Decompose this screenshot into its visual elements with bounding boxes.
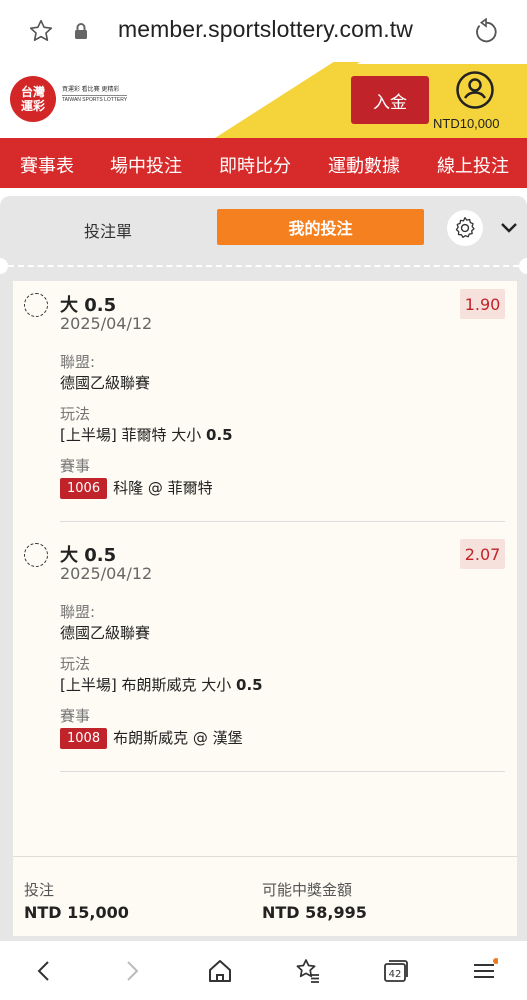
- market-text: [上半場] 菲爾特 大小: [60, 426, 207, 444]
- event-name: 科隆 @ 菲爾特: [113, 479, 213, 497]
- lock-icon: [74, 22, 88, 40]
- tab-my-bets[interactable]: 我的投注: [217, 209, 424, 245]
- market-label: 玩法: [60, 405, 91, 423]
- event-name: 布朗斯威克 @ 漢堡: [113, 729, 243, 747]
- main-nav: 賽事表 場中投注 即時比分 運動數據 線上投注: [0, 138, 527, 188]
- league-value: 德國乙級聯賽: [60, 374, 151, 392]
- bookmark-star-icon[interactable]: [28, 18, 54, 44]
- market-value: [上半場] 菲爾特 大小 0.5: [60, 424, 233, 445]
- market-value: [上半場] 布朗斯威克 大小 0.5: [60, 674, 263, 695]
- logo-slogan: 買運彩 看比賽 更精彩: [62, 87, 120, 93]
- bet-select-radio[interactable]: [24, 293, 48, 317]
- site-header: 台灣 運彩 買運彩 看比賽 更精彩 TAIWAN SPORTS LOTTERY …: [0, 62, 527, 138]
- event-label: 賽事: [60, 707, 91, 725]
- back-arrow-icon[interactable]: [30, 957, 58, 985]
- event-value: 1006 科隆 @ 菲爾特: [60, 477, 213, 499]
- payout-value: NTD 58,995: [262, 903, 367, 922]
- account-balance: NTD10,000: [433, 116, 500, 131]
- logo-text: 買運彩 看比賽 更精彩 TAIWAN SPORTS LOTTERY: [62, 86, 128, 105]
- logo-zh-line2: 運彩: [20, 99, 45, 113]
- settings-gear-icon[interactable]: [447, 210, 483, 246]
- chevron-down-icon[interactable]: [500, 220, 518, 234]
- bet-odds: 1.90: [460, 289, 505, 319]
- url-text[interactable]: member.sportslottery.com.tw: [118, 16, 413, 43]
- bet-select-radio[interactable]: [24, 543, 48, 567]
- market-label: 玩法: [60, 655, 91, 673]
- bet-odds: 2.07: [460, 539, 505, 569]
- logo-zh-line1: 台灣: [20, 85, 45, 99]
- tabs-count: 42: [389, 969, 402, 980]
- nav-item-online-betting[interactable]: 線上投注: [437, 152, 509, 178]
- ticket-notch-right: [519, 258, 527, 274]
- event-code-badge: 1008: [60, 728, 108, 749]
- bookmarks-icon[interactable]: [294, 957, 322, 985]
- user-account-icon[interactable]: [455, 70, 495, 110]
- tab-bet-slip[interactable]: 投注單: [84, 218, 132, 242]
- bet-totals: 投注 NTD 15,000 可能中獎金額 NTD 58,995: [13, 856, 517, 936]
- stake-label: 投注: [24, 881, 55, 899]
- bet-tabs: 投注單 我的投注: [0, 196, 527, 262]
- event-code-badge: 1006: [60, 478, 108, 499]
- market-line: 0.5: [236, 676, 263, 694]
- tabs-icon[interactable]: 42: [382, 957, 410, 985]
- event-label: 賽事: [60, 457, 91, 475]
- nav-item-schedule[interactable]: 賽事表: [20, 152, 74, 178]
- browser-url-bar: member.sportslottery.com.tw: [0, 0, 527, 62]
- bet-list-card: 大 0.5 2025/04/12 1.90 聯盟: 德國乙級聯賽 玩法 [上半場…: [13, 281, 517, 936]
- nav-item-sports-data[interactable]: 運動數據: [328, 152, 400, 178]
- ticket-divider: [8, 265, 519, 267]
- bet-separator: [60, 771, 505, 772]
- stake-value: NTD 15,000: [24, 903, 129, 922]
- event-value: 1008 布朗斯威克 @ 漢堡: [60, 727, 243, 749]
- home-icon[interactable]: [206, 957, 234, 985]
- browser-bottom-bar: 42: [0, 941, 527, 1000]
- bet-date: 2025/04/12: [60, 314, 153, 333]
- logo-english: TAIWAN SPORTS LOTTERY: [62, 95, 128, 103]
- league-label: 聯盟:: [60, 603, 96, 621]
- site-logo[interactable]: 台灣 運彩: [10, 76, 56, 122]
- market-line: 0.5: [206, 426, 233, 444]
- deposit-button[interactable]: 入金: [351, 76, 429, 124]
- nav-item-live-scores[interactable]: 即時比分: [219, 152, 291, 178]
- league-value: 德國乙級聯賽: [60, 624, 151, 642]
- bet-separator: [60, 521, 505, 522]
- bet-date: 2025/04/12: [60, 564, 153, 583]
- market-text: [上半場] 布朗斯威克 大小: [60, 676, 237, 694]
- bet-panel: 投注單 我的投注 大 0.5 2025/04/12 1.90 聯盟: 德國乙級聯…: [0, 196, 527, 941]
- forward-arrow-icon[interactable]: [118, 957, 146, 985]
- nav-item-live-betting[interactable]: 場中投注: [110, 152, 182, 178]
- menu-icon[interactable]: [470, 957, 499, 985]
- league-label: 聯盟:: [60, 353, 96, 371]
- payout-label: 可能中獎金額: [262, 881, 353, 899]
- reload-icon[interactable]: [472, 17, 500, 46]
